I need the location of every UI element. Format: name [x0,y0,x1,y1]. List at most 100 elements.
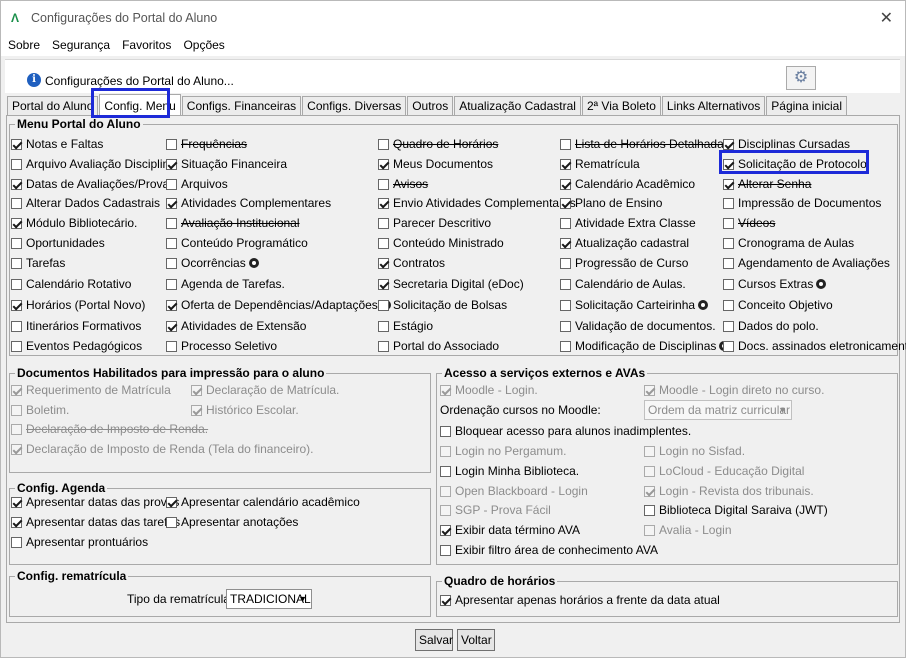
checkbox-avisos[interactable]: Avisos [378,176,428,192]
menu-sobre[interactable]: Sobre [8,38,40,52]
menu-favoritos[interactable]: Favoritos [122,38,171,52]
checkbox-pergamum[interactable]: Login no Pergamum. [440,443,566,459]
checkbox-oportunidades[interactable]: Oportunidades [11,235,105,251]
checkbox-secretaria-digital-edoc[interactable]: Secretaria Digital (eDoc) [378,276,524,292]
checkbox-parecer-descritivo[interactable]: Parecer Descritivo [378,215,491,231]
checkbox-videos[interactable]: Vídeos [723,215,775,231]
checkbox-oferta-de-dependencias-adaptacoes[interactable]: Oferta de Dependências/Adaptações [166,297,391,313]
checkbox-moodle-login[interactable]: Moodle - Login. [440,382,538,398]
rematricula-type-select[interactable]: TRADICIONAL ▼ [226,589,312,609]
tab-2via-boleto[interactable]: 2ª Via Boleto [581,96,661,115]
checkbox-datas-de-avaliacoes-provas[interactable]: Datas de Avaliações/Provas [11,176,175,192]
checkbox-datas-provas[interactable]: Apresentar datas das provas [11,494,179,510]
checkbox-dados-do-polo[interactable]: Dados do polo. [723,318,819,334]
checkbox-processo-seletivo[interactable]: Processo Seletivo [166,338,277,354]
checkbox-progressao-de-curso[interactable]: Progressão de Curso [560,255,688,271]
tab-configs-diversas[interactable]: Configs. Diversas [302,96,407,115]
checkbox-tarefas[interactable]: Tarefas [11,255,65,271]
checkbox-historico-escolar[interactable]: Histórico Escolar. [191,402,299,418]
checkbox-conteudo-programatico[interactable]: Conteúdo Programático [166,235,308,251]
checkbox-sisfad[interactable]: Login no Sisfad. [644,443,745,459]
checkbox-arquivos[interactable]: Arquivos [166,176,228,192]
checkbox-exibir-filtro-ava[interactable]: Exibir filtro área de conhecimento AVA [440,542,658,558]
tab-configs-financeiras[interactable]: Configs. Financeiras [181,96,302,115]
checkbox-solicitacao-de-bolsas[interactable]: Solicitação de Bolsas [378,297,507,313]
tab-atualizacao-cadastral[interactable]: Atualização Cadastral [454,96,581,115]
checkbox-cursos-extras[interactable]: Cursos Extras [723,276,827,292]
checkbox-horarios-portal-novo[interactable]: Horários (Portal Novo) [11,297,145,313]
tab-portal-do-aluno[interactable]: Portal do Aluno [7,96,99,115]
checkbox-frequencias[interactable]: Frequências [166,136,247,152]
menu-opcoes[interactable]: Opções [183,38,224,52]
checkbox-itinerarios-formativos[interactable]: Itinerários Formativos [11,318,141,334]
tab-outros[interactable]: Outros [407,96,454,115]
checkbox-declaracao-ir[interactable]: Declaração de Imposto de Renda. [11,421,208,437]
checkbox-notas-e-faltas[interactable]: Notas e Faltas [11,136,103,152]
checkbox-quadro-de-horarios[interactable]: Quadro de Horários [378,136,498,152]
tab-links-alternativos[interactable]: Links Alternativos [661,96,766,115]
checkbox-impressao-de-documentos[interactable]: Impressão de Documentos [723,195,881,211]
checkbox-horarios-futuros[interactable]: Apresentar apenas horários a frente da d… [440,592,720,608]
settings-button[interactable]: ⚙ [786,66,816,90]
checkbox-requerimento-matricula[interactable]: Requerimento de Matrícula [11,382,171,398]
checkbox-plano-de-ensino[interactable]: Plano de Ensino [560,195,662,211]
checkbox-blackboard[interactable]: Open Blackboard - Login [440,483,588,499]
checkbox-portal-do-associado[interactable]: Portal do Associado [378,338,499,354]
checkbox-envio-atividades-complementares[interactable]: Envio Atividades Complementares [378,195,576,211]
checkbox-locloud[interactable]: LoCloud - Educação Digital [644,463,804,479]
checkbox-datas-tarefas[interactable]: Apresentar datas das tarefas [11,514,180,530]
checkbox-boletim[interactable]: Boletim. [11,402,69,418]
checkbox-calendario-de-aulas[interactable]: Calendário de Aulas. [560,276,686,292]
checkbox-sgp[interactable]: SGP - Prova Fácil [440,502,551,518]
checkbox-modulo-bibliotecario[interactable]: Módulo Bibliotecário. [11,215,137,231]
save-button[interactable]: Salvar [415,629,453,651]
back-button[interactable]: Voltar [457,629,495,651]
checkbox-block-inadimplentes[interactable]: Bloquear acesso para alunos inadimplente… [440,423,691,439]
checkbox-solicitacao-carteirinha[interactable]: Solicitação Carteirinha [560,297,709,313]
tab-pagina-inicial[interactable]: Página inicial [766,96,847,115]
checkbox-atualizacao-cadastral[interactable]: Atualização cadastral [560,235,689,251]
checkbox-revista-tribunais[interactable]: Login - Revista dos tribunais. [644,483,814,499]
checkbox-ocorrencias[interactable]: Ocorrências [166,255,259,271]
checkbox-atividades-de-extensao[interactable]: Atividades de Extensão [166,318,306,334]
checkbox-solicitacao-de-protocolo[interactable]: Solicitação de Protocolo [723,156,867,172]
checkbox-avaliacao-institucional[interactable]: Avaliação Institucional [166,215,300,231]
checkbox-conteudo-ministrado[interactable]: Conteúdo Ministrado [378,235,504,251]
checkbox-exibir-data-ava[interactable]: Exibir data término AVA [440,522,580,538]
checkbox-estagio[interactable]: Estágio [378,318,433,334]
moodle-order-select[interactable]: Ordem da matriz curricular ▼ [644,400,792,420]
checkbox-atividades-complementares[interactable]: Atividades Complementares [166,195,331,211]
checkbox-saraiva[interactable]: Biblioteca Digital Saraiva (JWT) [644,502,828,518]
checkbox-situacao-financeira[interactable]: Situação Financeira [166,156,287,172]
checkbox-calendario-academico[interactable]: Apresentar calendário acadêmico [166,494,360,510]
checkbox-declaracao-matricula[interactable]: Declaração de Matrícula. [191,382,339,398]
checkbox-agendamento-de-avaliacoes[interactable]: Agendamento de Avaliações [723,255,890,271]
checkbox-eventos-pedagogicos[interactable]: Eventos Pedagógicos [11,338,142,354]
checkbox-prontuarios[interactable]: Apresentar prontuários [11,534,148,550]
checkbox-cronograma-de-aulas[interactable]: Cronograma de Aulas [723,235,854,251]
checkbox-conceito-objetivo[interactable]: Conceito Objetivo [723,297,833,313]
close-icon[interactable]: ✕ [880,8,893,28]
checkbox-disciplinas-cursadas[interactable]: Disciplinas Cursadas [723,136,850,152]
checkbox-lista-de-horarios-detalhada[interactable]: Lista de Horários Detalhada [560,136,724,152]
checkbox-alterar-dados-cadastrais[interactable]: Alterar Dados Cadastrais [11,195,160,211]
checkbox-atividade-extra-classe[interactable]: Atividade Extra Classe [560,215,696,231]
checkbox-contratos[interactable]: Contratos [378,255,445,271]
checkbox-agenda-de-tarefas[interactable]: Agenda de Tarefas. [166,276,285,292]
checkbox-anotacoes[interactable]: Apresentar anotações [166,514,298,530]
checkbox-alterar-senha[interactable]: Alterar Senha [723,176,811,192]
checkbox-validacao-de-documentos[interactable]: Validação de documentos. [560,318,716,334]
checkbox-meus-documentos[interactable]: Meus Documentos [378,156,493,172]
checkbox-modificacao-de-disciplinas[interactable]: Modificação de Disciplinas [560,338,730,354]
checkbox-docs-assinados-eletronicamente[interactable]: Docs. assinados eletronicamente. [723,338,906,354]
checkbox-calendario-rotativo[interactable]: Calendário Rotativo [11,276,131,292]
checkbox-rematricula[interactable]: Rematrícula [560,156,640,172]
checkbox-declaracao-ir-financeiro[interactable]: Declaração de Imposto de Renda (Tela do … [11,441,314,457]
tab-config-menu[interactable]: Config. Menu [99,94,181,115]
checkbox-arquivo-avaliacao-disciplina[interactable]: Arquivo Avaliação Disciplina [11,156,176,172]
checkbox-calendario-academico[interactable]: Calendário Acadêmico [560,176,695,192]
checkbox-minha-biblioteca[interactable]: Login Minha Biblioteca. [440,463,579,479]
menu-seguranca[interactable]: Segurança [52,38,110,52]
checkbox-avalia[interactable]: Avalia - Login [644,522,732,538]
checkbox-moodle-direct[interactable]: Moodle - Login direto no curso. [644,382,824,398]
